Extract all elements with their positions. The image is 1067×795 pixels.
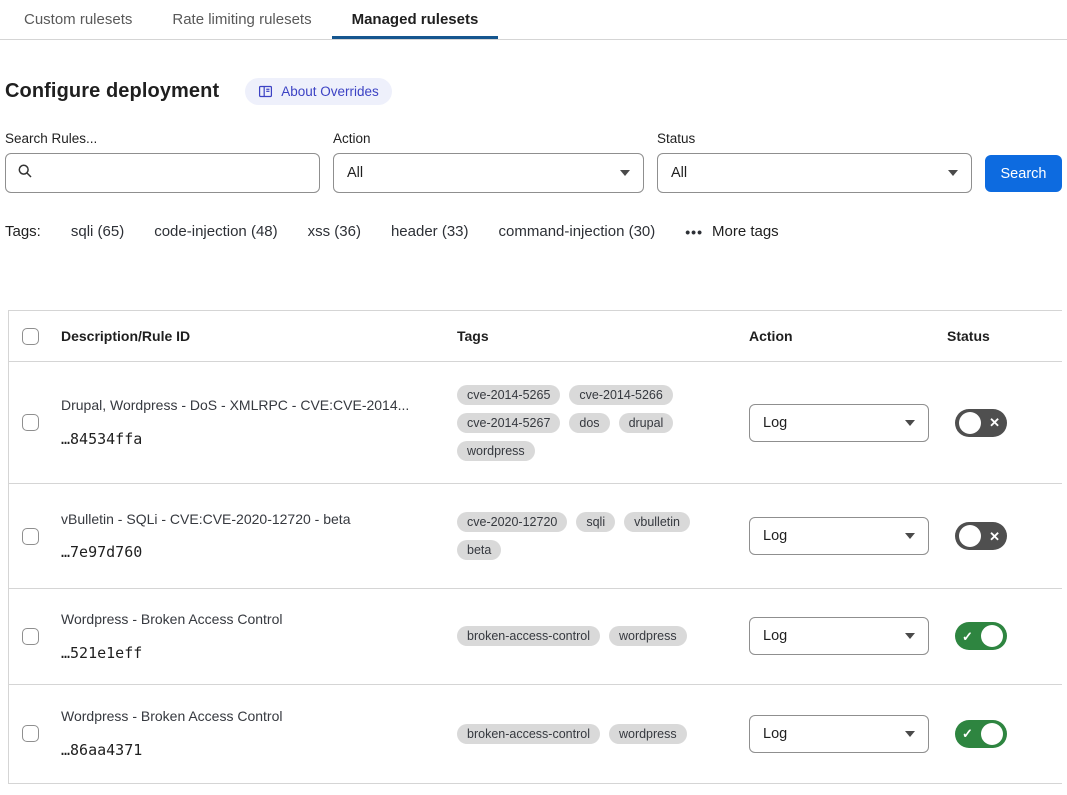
rule-description: Wordpress - Broken Access Control xyxy=(61,611,439,629)
tags-bar: Tags: sqli (65) code-injection (48) xss … xyxy=(5,223,1062,240)
ruleset-tabs: Custom rulesets Rate limiting rulesets M… xyxy=(0,0,1067,40)
search-input[interactable] xyxy=(42,164,308,182)
rule-description: Wordpress - Broken Access Control xyxy=(61,708,439,726)
tag-pill: beta xyxy=(457,540,501,560)
column-header-status: Status xyxy=(943,328,1062,344)
row-checkbox[interactable] xyxy=(22,528,39,545)
tag-pill: wordpress xyxy=(609,626,687,646)
about-overrides-label: About Overrides xyxy=(281,84,379,99)
rule-tags: cve-2014-5265 cve-2014-5266 cve-2014-5267 d… xyxy=(449,373,745,473)
column-header-action: Action xyxy=(745,328,943,344)
status-toggle[interactable]: ✕ xyxy=(955,409,1007,437)
select-all-checkbox[interactable] xyxy=(22,328,39,345)
rule-id: …86aa4371 xyxy=(61,741,439,759)
table-row: Wordpress - Broken Access Control …86aa4… xyxy=(9,685,1062,784)
tag-pill: cve-2014-5266 xyxy=(569,385,672,405)
toggle-state-icon: ✓ xyxy=(959,727,976,740)
search-icon xyxy=(17,163,33,184)
row-checkbox[interactable] xyxy=(22,414,39,431)
column-header-description: Description/Rule ID xyxy=(57,328,449,344)
tag-filter-code-injection[interactable]: code-injection (48) xyxy=(154,223,277,240)
toggle-knob xyxy=(981,723,1003,745)
tag-filter-xss[interactable]: xss (36) xyxy=(308,223,361,240)
action-filter-label: Action xyxy=(333,131,644,146)
rule-tags: broken-access-control wordpress xyxy=(449,614,745,658)
search-rules-box xyxy=(5,153,320,193)
rule-description: vBulletin - SQLi - CVE:CVE-2020-12720 - … xyxy=(61,511,439,529)
tag-pill: wordpress xyxy=(457,441,535,461)
toggle-state-icon: ✓ xyxy=(959,630,976,643)
status-filter-label: Status xyxy=(657,131,972,146)
tag-pill: cve-2014-5265 xyxy=(457,385,560,405)
chevron-down-icon xyxy=(905,420,915,426)
rule-tags: cve-2020-12720 sqli vbulletin beta xyxy=(449,500,745,572)
rule-action-value: Log xyxy=(763,628,787,644)
toggle-knob xyxy=(959,412,981,434)
page-header: Configure deployment About Overrides xyxy=(5,78,1062,105)
chevron-down-icon xyxy=(948,170,958,176)
tag-pill: wordpress xyxy=(609,724,687,744)
tab-custom-rulesets[interactable]: Custom rulesets xyxy=(4,0,152,39)
rule-action-value: Log xyxy=(763,415,787,431)
toggle-state-icon: ✕ xyxy=(986,530,1003,543)
chevron-down-icon xyxy=(905,633,915,639)
table-row: vBulletin - SQLi - CVE:CVE-2020-12720 - … xyxy=(9,484,1062,589)
toggle-state-icon: ✕ xyxy=(986,416,1003,429)
search-rules-label: Search Rules... xyxy=(5,131,320,146)
status-toggle[interactable]: ✓ xyxy=(955,622,1007,650)
rule-id: …7e97d760 xyxy=(61,543,439,561)
table-row: Drupal, Wordpress - DoS - XMLRPC - CVE:C… xyxy=(9,362,1062,484)
status-toggle[interactable]: ✕ xyxy=(955,522,1007,550)
chevron-down-icon xyxy=(905,533,915,539)
tag-filter-sqli[interactable]: sqli (65) xyxy=(71,223,124,240)
rule-action-value: Log xyxy=(763,528,787,544)
page-title: Configure deployment xyxy=(5,80,219,103)
chevron-down-icon xyxy=(905,731,915,737)
rule-action-select[interactable]: Log xyxy=(749,715,929,753)
tab-managed-rulesets[interactable]: Managed rulesets xyxy=(332,0,499,39)
table-row: Wordpress - Broken Access Control …521e1… xyxy=(9,589,1062,685)
tag-pill: broken-access-control xyxy=(457,626,600,646)
row-checkbox[interactable] xyxy=(22,628,39,645)
tag-pill: sqli xyxy=(576,512,615,532)
chevron-down-icon xyxy=(620,170,630,176)
tag-pill: cve-2014-5267 xyxy=(457,413,560,433)
tag-pill: drupal xyxy=(619,413,674,433)
toggle-knob xyxy=(981,625,1003,647)
rule-action-select[interactable]: Log xyxy=(749,617,929,655)
ellipsis-icon: ••• xyxy=(685,224,703,240)
action-filter-value: All xyxy=(347,165,363,181)
rule-action-value: Log xyxy=(763,726,787,742)
table-header-row: Description/Rule ID Tags Action Status xyxy=(9,311,1062,362)
tag-pill: dos xyxy=(569,413,609,433)
tag-pill: cve-2020-12720 xyxy=(457,512,567,532)
status-toggle[interactable]: ✓ xyxy=(955,720,1007,748)
more-tags-button[interactable]: ••• More tags xyxy=(685,223,778,240)
search-button[interactable]: Search xyxy=(985,155,1062,192)
rule-tags: broken-access-control wordpress xyxy=(449,712,745,756)
tab-rate-limiting-rulesets[interactable]: Rate limiting rulesets xyxy=(152,0,331,39)
toggle-knob xyxy=(959,525,981,547)
rule-id: …84534ffa xyxy=(61,430,439,448)
rule-description: Drupal, Wordpress - DoS - XMLRPC - CVE:C… xyxy=(61,397,439,415)
rules-table: Description/Rule ID Tags Action Status D… xyxy=(8,310,1062,784)
status-filter-select[interactable]: All xyxy=(657,153,972,193)
more-tags-label: More tags xyxy=(712,223,779,240)
filter-bar: Search Rules... Action All Status xyxy=(5,131,1062,193)
tag-pill: broken-access-control xyxy=(457,724,600,744)
status-filter-value: All xyxy=(671,165,687,181)
rule-action-select[interactable]: Log xyxy=(749,517,929,555)
tag-filter-header[interactable]: header (33) xyxy=(391,223,469,240)
rule-action-select[interactable]: Log xyxy=(749,404,929,442)
table-body: Drupal, Wordpress - DoS - XMLRPC - CVE:C… xyxy=(9,362,1062,784)
rule-id: …521e1eff xyxy=(61,644,439,662)
tags-bar-label: Tags: xyxy=(5,223,41,240)
tag-pill: vbulletin xyxy=(624,512,690,532)
book-icon xyxy=(258,84,273,99)
action-filter-select[interactable]: All xyxy=(333,153,644,193)
tag-filter-command-injection[interactable]: command-injection (30) xyxy=(499,223,656,240)
column-header-tags: Tags xyxy=(449,328,745,344)
about-overrides-badge[interactable]: About Overrides xyxy=(245,78,392,105)
row-checkbox[interactable] xyxy=(22,725,39,742)
